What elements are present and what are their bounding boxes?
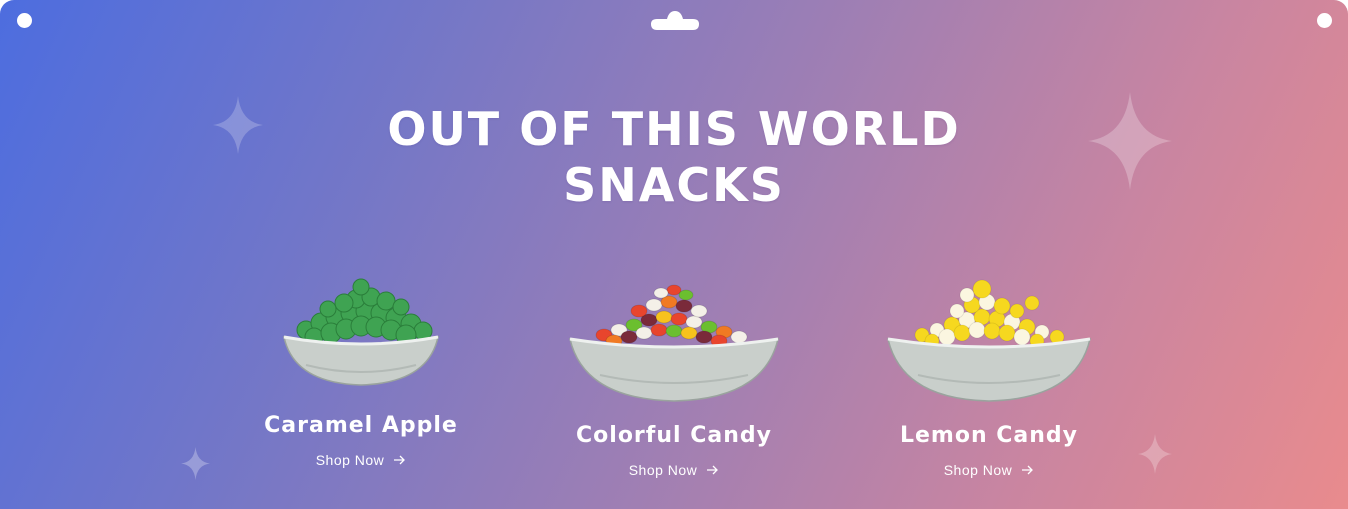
headline-line-1: OUT OF THIS WORLD xyxy=(387,102,961,156)
headline-line-2: SNACKS xyxy=(563,158,785,212)
hero-banner: OUT OF THIS WORLD SNACKS Caramel Apple S… xyxy=(0,0,1348,509)
arrow-right-icon xyxy=(394,455,406,465)
shop-now-label: Shop Now xyxy=(628,462,698,478)
product-card-lemon-candy: Lemon Candy Shop Now xyxy=(839,275,1139,479)
caramel-apple-bowl-image xyxy=(283,278,439,386)
page-title: OUT OF THIS WORLD SNACKS xyxy=(0,101,1348,213)
arrow-right-icon xyxy=(1022,465,1034,475)
shop-now-label: Shop Now xyxy=(315,452,385,468)
hang-hole-left xyxy=(17,13,32,28)
product-card-caramel-apple: Caramel Apple Shop Now xyxy=(211,275,511,469)
hang-hole-right xyxy=(1317,13,1332,28)
colorful-candy-bowl-image xyxy=(569,284,779,402)
shop-now-link[interactable]: Shop Now xyxy=(944,462,1035,478)
product-name: Lemon Candy xyxy=(899,423,1079,448)
shop-now-label: Shop Now xyxy=(943,462,1013,478)
product-card-colorful-candy: Colorful Candy Shop Now xyxy=(524,275,824,479)
sparkle-icon xyxy=(181,447,210,480)
arrow-right-icon xyxy=(707,465,719,475)
lemon-candy-bowl-image xyxy=(887,279,1091,402)
sparkle-icon xyxy=(1138,434,1172,474)
hanger-tab-icon xyxy=(651,11,699,30)
product-name: Caramel Apple xyxy=(264,413,458,438)
shop-now-link[interactable]: Shop Now xyxy=(629,462,720,478)
product-name: Colorful Candy xyxy=(576,423,772,448)
shop-now-link[interactable]: Shop Now xyxy=(316,452,407,468)
